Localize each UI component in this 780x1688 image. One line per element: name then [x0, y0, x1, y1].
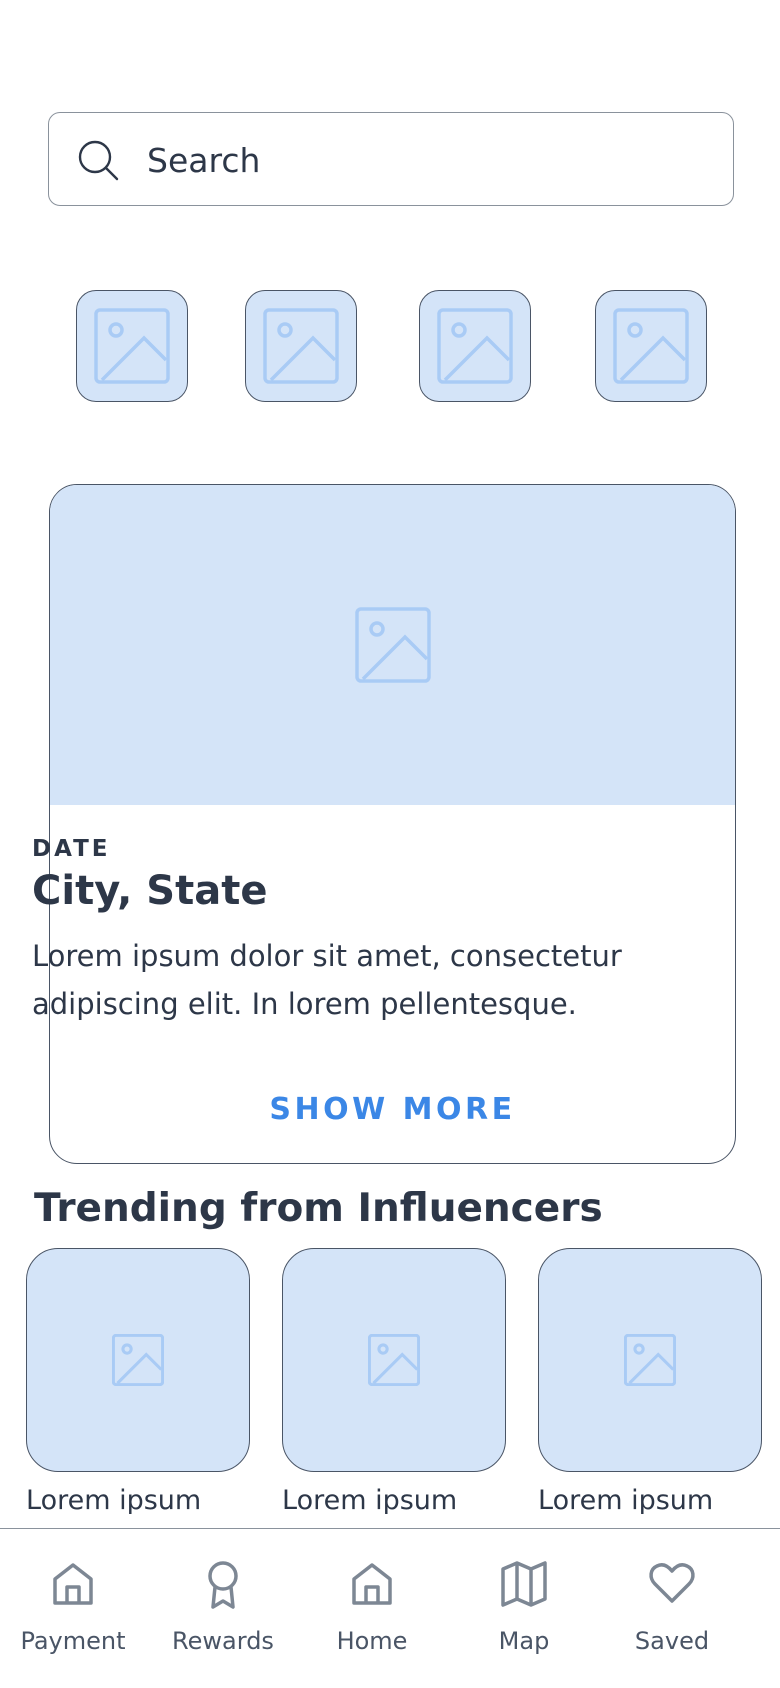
category-thumbnail[interactable] — [595, 290, 707, 402]
influencer-card[interactable] — [538, 1248, 762, 1472]
nav-item-rewards[interactable]: Rewards — [148, 1559, 298, 1655]
heart-icon — [649, 1563, 695, 1603]
nav-label: Payment — [20, 1627, 126, 1655]
featured-card — [49, 484, 736, 1164]
influencer-card[interactable] — [26, 1248, 250, 1472]
influencer-card[interactable] — [282, 1248, 506, 1472]
nav-label: Saved — [634, 1627, 710, 1655]
home-icon — [53, 1563, 93, 1605]
influencer-label: Lorem ipsum — [26, 1485, 202, 1514]
card-title: City, State — [32, 868, 268, 914]
card-image — [50, 485, 735, 805]
category-thumbnail[interactable] — [76, 290, 188, 402]
influencer-label: Lorem ipsum — [538, 1485, 714, 1514]
image-placeholder-icon — [437, 308, 513, 384]
section-title: Trending from Influencers — [34, 1186, 603, 1231]
image-placeholder-icon — [94, 308, 170, 384]
search-input[interactable] — [145, 113, 709, 207]
bottom-nav: Payment Rewards Home Map Saved — [0, 1528, 780, 1688]
search-bar[interactable] — [48, 112, 734, 207]
search-icon — [78, 140, 119, 181]
influencer-label: Lorem ipsum — [282, 1485, 458, 1514]
image-placeholder-icon — [368, 1334, 420, 1386]
image-placeholder-icon — [354, 607, 431, 683]
image-placeholder-icon — [112, 1334, 164, 1386]
award-icon — [208, 1561, 238, 1609]
nav-item-payment[interactable]: Payment — [0, 1559, 148, 1655]
nav-item-home[interactable]: Home — [297, 1559, 447, 1655]
nav-label: Rewards — [172, 1627, 274, 1655]
card-date: DATE — [32, 836, 111, 862]
category-thumbnail[interactable] — [419, 290, 531, 402]
category-thumbnail[interactable] — [245, 290, 357, 402]
card-description: Lorem ipsum dolor sit amet, consectetur … — [32, 939, 622, 1021]
home-icon — [352, 1563, 392, 1605]
image-placeholder-icon — [613, 308, 689, 384]
nav-item-saved[interactable]: Saved — [597, 1559, 747, 1655]
nav-label: Map — [498, 1627, 550, 1655]
map-icon — [501, 1561, 547, 1607]
show-more-button[interactable]: SHOW MORE — [49, 1092, 736, 1127]
nav-item-map[interactable]: Map — [449, 1559, 599, 1655]
image-placeholder-icon — [624, 1334, 676, 1386]
image-placeholder-icon — [263, 308, 339, 384]
nav-label: Home — [336, 1627, 408, 1655]
